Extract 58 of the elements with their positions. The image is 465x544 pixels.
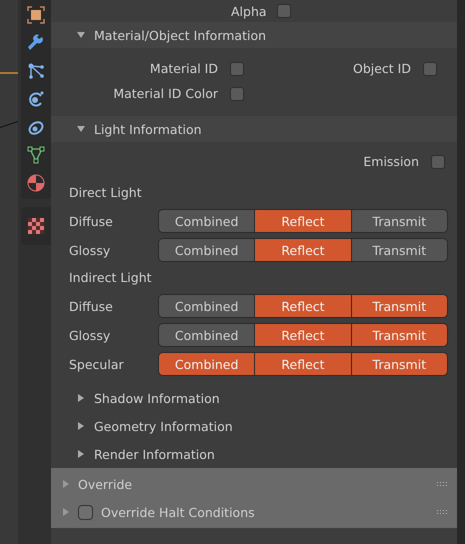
alpha-checkbox[interactable] bbox=[276, 4, 291, 18]
disclosure-triangle-icon bbox=[77, 450, 85, 458]
pass-label: Specular bbox=[69, 356, 125, 372]
toggle-button[interactable]: Combined bbox=[159, 324, 254, 346]
toggle-button[interactable]: Reflect bbox=[254, 353, 351, 375]
option-checkbox[interactable] bbox=[423, 62, 437, 76]
pass-label: Diffuse bbox=[69, 214, 114, 228]
pass-label: Glossy bbox=[69, 328, 112, 342]
subpanel-header[interactable]: Render Information bbox=[51, 440, 457, 468]
properties-tab[interactable] bbox=[21, 166, 51, 199]
disclosure-triangle-icon bbox=[77, 125, 85, 133]
option-label: Material ID Color bbox=[113, 86, 218, 101]
subpanel-header[interactable]: Geometry Information bbox=[51, 412, 457, 440]
toggle-button[interactable]: Transmit bbox=[350, 295, 447, 317]
edge-line bbox=[0, 72, 18, 74]
disclosure-triangle-icon bbox=[77, 31, 85, 39]
toggle-button[interactable]: Combined bbox=[159, 353, 254, 375]
mesh-icon bbox=[27, 146, 45, 164]
edge-line bbox=[0, 121, 18, 128]
properties-tab[interactable] bbox=[21, 207, 51, 245]
toggle-button[interactable]: Reflect bbox=[254, 239, 351, 261]
particles-icon bbox=[27, 62, 45, 80]
emission-checkbox[interactable] bbox=[431, 154, 445, 168]
disclosure-triangle-icon bbox=[77, 422, 85, 430]
emission-label: Emission bbox=[363, 154, 419, 169]
option-checkbox[interactable] bbox=[230, 86, 244, 100]
toggle-button[interactable]: Combined bbox=[159, 239, 254, 261]
group-title: Indirect Light bbox=[69, 269, 153, 287]
pass-label: Glossy bbox=[69, 242, 112, 258]
option-label: Material ID bbox=[150, 61, 218, 76]
toggle-button[interactable]: Reflect bbox=[254, 210, 351, 232]
subpanel-header[interactable]: Shadow Information bbox=[51, 384, 457, 412]
alpha-label: Alpha bbox=[231, 4, 267, 18]
disclosure-triangle-icon[interactable] bbox=[62, 480, 70, 488]
pass-label: Diffuse bbox=[69, 298, 114, 314]
orbit-icon bbox=[27, 90, 45, 108]
override-checkbox[interactable] bbox=[78, 504, 93, 520]
option-label: Object ID bbox=[353, 61, 411, 76]
wrench-icon bbox=[27, 34, 45, 52]
panel-header[interactable]: Material/Object Information bbox=[51, 22, 457, 48]
toggle-button[interactable]: Combined bbox=[159, 295, 254, 317]
toggle-button[interactable]: Reflect bbox=[254, 295, 351, 317]
toggle-button[interactable]: Transmit bbox=[350, 210, 447, 232]
disclosure-triangle-icon bbox=[77, 394, 85, 402]
toggle-button[interactable]: Transmit bbox=[350, 324, 447, 346]
toggle-button[interactable]: Transmit bbox=[350, 239, 447, 261]
toggle-button[interactable]: Transmit bbox=[350, 353, 447, 375]
panel-header[interactable]: Light Information bbox=[51, 116, 457, 142]
override-title[interactable]: Override bbox=[78, 476, 429, 492]
checker-icon bbox=[27, 217, 45, 235]
override-title[interactable]: Override Halt Conditions bbox=[101, 504, 429, 520]
disclosure-triangle-icon[interactable] bbox=[62, 508, 70, 516]
material-sphere-icon bbox=[27, 174, 45, 192]
toggle-button[interactable]: Combined bbox=[159, 210, 254, 232]
group-title: Direct Light bbox=[69, 184, 143, 202]
option-checkbox[interactable] bbox=[230, 62, 244, 76]
toggle-button[interactable]: Reflect bbox=[254, 324, 351, 346]
object-icon bbox=[27, 6, 45, 24]
